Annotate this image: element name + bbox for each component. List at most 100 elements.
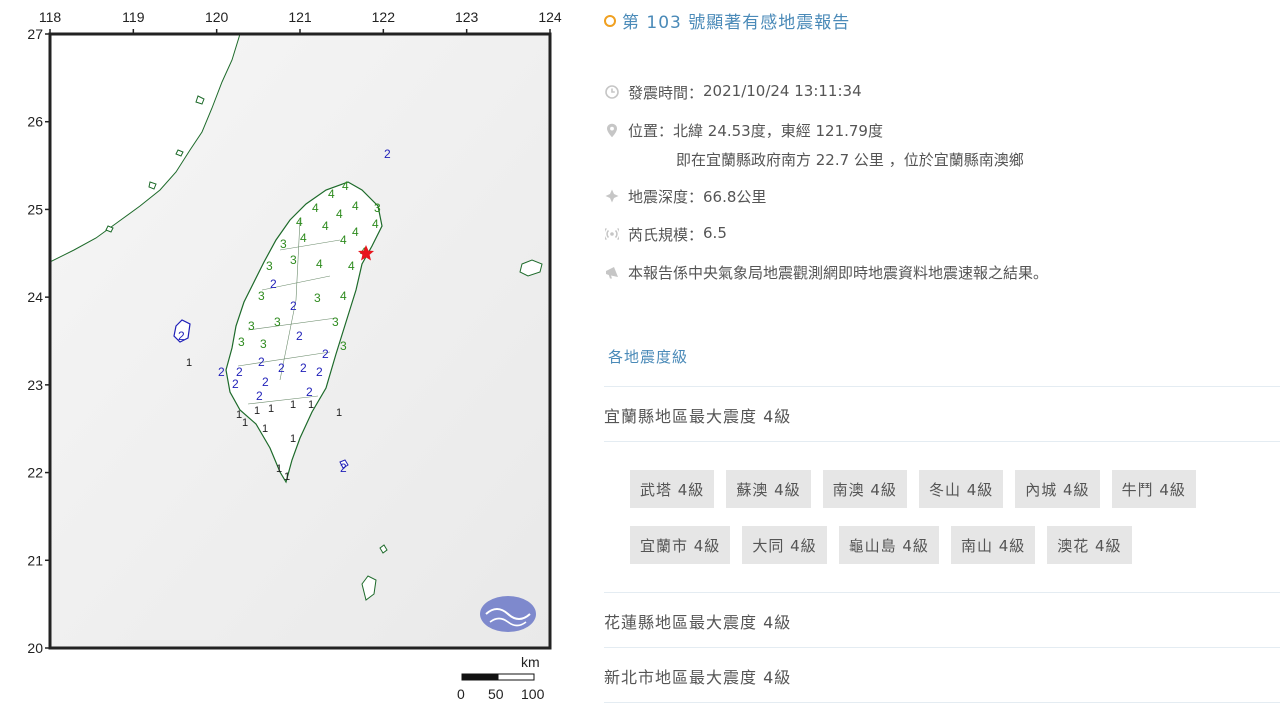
- location-detail: 即在宜蘭縣政府南方 22.7 公里 ，位於宜蘭縣南澳鄉: [676, 151, 1024, 169]
- station-chip-neicheng: 內城 4級: [1015, 470, 1100, 508]
- station-chip-suao: 蘇澳 4級: [726, 470, 811, 508]
- clock-icon: [604, 84, 620, 100]
- svg-text:3: 3: [340, 339, 347, 353]
- svg-text:2: 2: [262, 375, 269, 389]
- svg-text:3: 3: [314, 291, 321, 305]
- origin-time-label: 發震時間：: [628, 84, 704, 102]
- longitude-label: 124: [538, 9, 562, 25]
- svg-text:2: 2: [232, 377, 239, 391]
- region-heading-hualien[interactable]: 花蓮縣地區最大震度 4級: [604, 609, 791, 633]
- svg-text:4: 4: [322, 219, 329, 233]
- station-chip-niudou: 牛鬥 4級: [1111, 470, 1196, 508]
- latitude-label: 21: [27, 552, 43, 568]
- magnitude-value: 6.5: [703, 224, 727, 242]
- longitude-label: 121: [288, 9, 312, 25]
- report-title: 第 103 號顯著有感地震報告: [604, 8, 850, 33]
- station-row: 宜蘭市 4級 大同 4級 龜山島 4級 南山 4級 澳花 4級: [630, 526, 1270, 564]
- depth-label: 地震深度：: [628, 188, 704, 206]
- station-chip-nanshan: 南山 4級: [950, 526, 1036, 564]
- station-chip-aohua: 澳花 4級: [1047, 526, 1132, 564]
- svg-text:1: 1: [262, 423, 268, 435]
- longitude-label: 118: [39, 9, 62, 25]
- region-heading-yilan[interactable]: 宜蘭縣地區最大震度 4級: [604, 403, 791, 427]
- svg-text:3: 3: [332, 315, 339, 329]
- latitude-label: 25: [27, 201, 43, 217]
- svg-text:4: 4: [336, 207, 343, 221]
- svg-text:2: 2: [270, 277, 277, 291]
- svg-text:4: 4: [316, 257, 323, 271]
- svg-text:3: 3: [290, 253, 297, 267]
- scale-tick-100: 100: [521, 686, 545, 702]
- divider: [604, 702, 1280, 703]
- svg-text:4: 4: [300, 231, 307, 245]
- depth-arrows-icon: [604, 188, 620, 204]
- latitude-label: 24: [27, 289, 43, 305]
- scale-unit: km: [521, 654, 540, 670]
- svg-text:2: 2: [322, 347, 329, 361]
- svg-text:2: 2: [258, 355, 265, 369]
- svg-text:4: 4: [328, 187, 335, 201]
- svg-text:2: 2: [218, 365, 225, 379]
- latitude-label: 22: [27, 465, 43, 481]
- location-label: 位置：: [628, 122, 674, 140]
- svg-text:1: 1: [254, 405, 260, 417]
- station-chip-dongshan: 冬山 4級: [918, 470, 1004, 508]
- svg-text:4: 4: [348, 259, 355, 273]
- location-value: 北緯 24.53度，東經 121.79度: [673, 122, 883, 140]
- report-note: 本報告係中央氣象局地震觀測網即時地震資料地震速報之結果。: [628, 264, 1049, 282]
- latitude-label: 23: [27, 377, 43, 393]
- svg-text:3: 3: [374, 201, 381, 215]
- svg-text:2: 2: [384, 147, 391, 161]
- megaphone-icon: [604, 264, 620, 280]
- scale-tick-0: 0: [457, 686, 465, 702]
- svg-text:2: 2: [340, 461, 347, 475]
- divider: [604, 386, 1280, 387]
- station-chip-datong: 大同 4級: [742, 526, 827, 564]
- cwb-logo: [480, 596, 536, 632]
- magnitude-row: 芮氏規模： 6.5: [604, 224, 727, 245]
- svg-text:2: 2: [316, 365, 323, 379]
- svg-text:1: 1: [284, 471, 290, 483]
- svg-text:1: 1: [242, 417, 248, 429]
- svg-text:2: 2: [300, 361, 307, 375]
- scale-tick-50: 50: [488, 686, 504, 702]
- svg-text:3: 3: [266, 259, 273, 273]
- depth-row: 地震深度： 66.8公里: [604, 186, 766, 207]
- report-info-panel: 第 103 號顯著有感地震報告 發震時間： 2021/10/24 13:11:3…: [604, 0, 1280, 710]
- report-title-text: 第 103 號顯著有感地震報告: [622, 13, 851, 33]
- latitude-label: 26: [27, 114, 43, 130]
- map-pin-icon: [604, 122, 620, 138]
- station-row: 武塔 4級 蘇澳 4級 南澳 4級 冬山 4級 內城 4級 牛鬥 4級: [630, 470, 1270, 508]
- svg-text:4: 4: [312, 201, 319, 215]
- magnitude-label: 芮氏規模：: [628, 226, 704, 244]
- intensity-map-panel: 44 44 43 44 44 43 44 33 44 33 43 33 33 3…: [0, 0, 590, 710]
- svg-text:2: 2: [278, 361, 285, 375]
- scale-bar: km 0 50 100: [457, 654, 545, 702]
- svg-text:1: 1: [186, 357, 192, 369]
- svg-text:4: 4: [352, 199, 359, 213]
- title-ring-icon: [604, 14, 616, 27]
- longitude-label: 120: [205, 9, 229, 25]
- divider: [604, 647, 1280, 648]
- svg-text:3: 3: [258, 289, 265, 303]
- svg-text:3: 3: [274, 315, 281, 329]
- svg-text:4: 4: [352, 225, 359, 239]
- longitude-label: 122: [372, 9, 396, 25]
- svg-text:3: 3: [238, 335, 245, 349]
- intensity-map: 44 44 43 44 44 43 44 33 44 33 43 33 33 3…: [27, 9, 562, 702]
- longitude-label: 123: [455, 9, 479, 25]
- svg-text:2: 2: [306, 385, 313, 399]
- svg-text:1: 1: [308, 399, 314, 411]
- svg-text:2: 2: [290, 299, 297, 313]
- station-chip-nanao: 南澳 4級: [822, 470, 907, 508]
- svg-text:3: 3: [280, 237, 287, 251]
- note-row: 本報告係中央氣象局地震觀測網即時地震資料地震速報之結果。: [604, 262, 1048, 283]
- divider: [604, 592, 1280, 593]
- magnitude-waves-icon: [604, 226, 620, 242]
- longitude-label: 119: [122, 9, 145, 25]
- svg-text:1: 1: [290, 399, 296, 411]
- intensity-section-heading: 各地震度級: [608, 348, 689, 366]
- station-chip-guishan-island: 龜山島 4級: [838, 526, 939, 564]
- svg-text:4: 4: [340, 233, 347, 247]
- region-heading-new-taipei[interactable]: 新北市地區最大震度 4級: [604, 664, 791, 688]
